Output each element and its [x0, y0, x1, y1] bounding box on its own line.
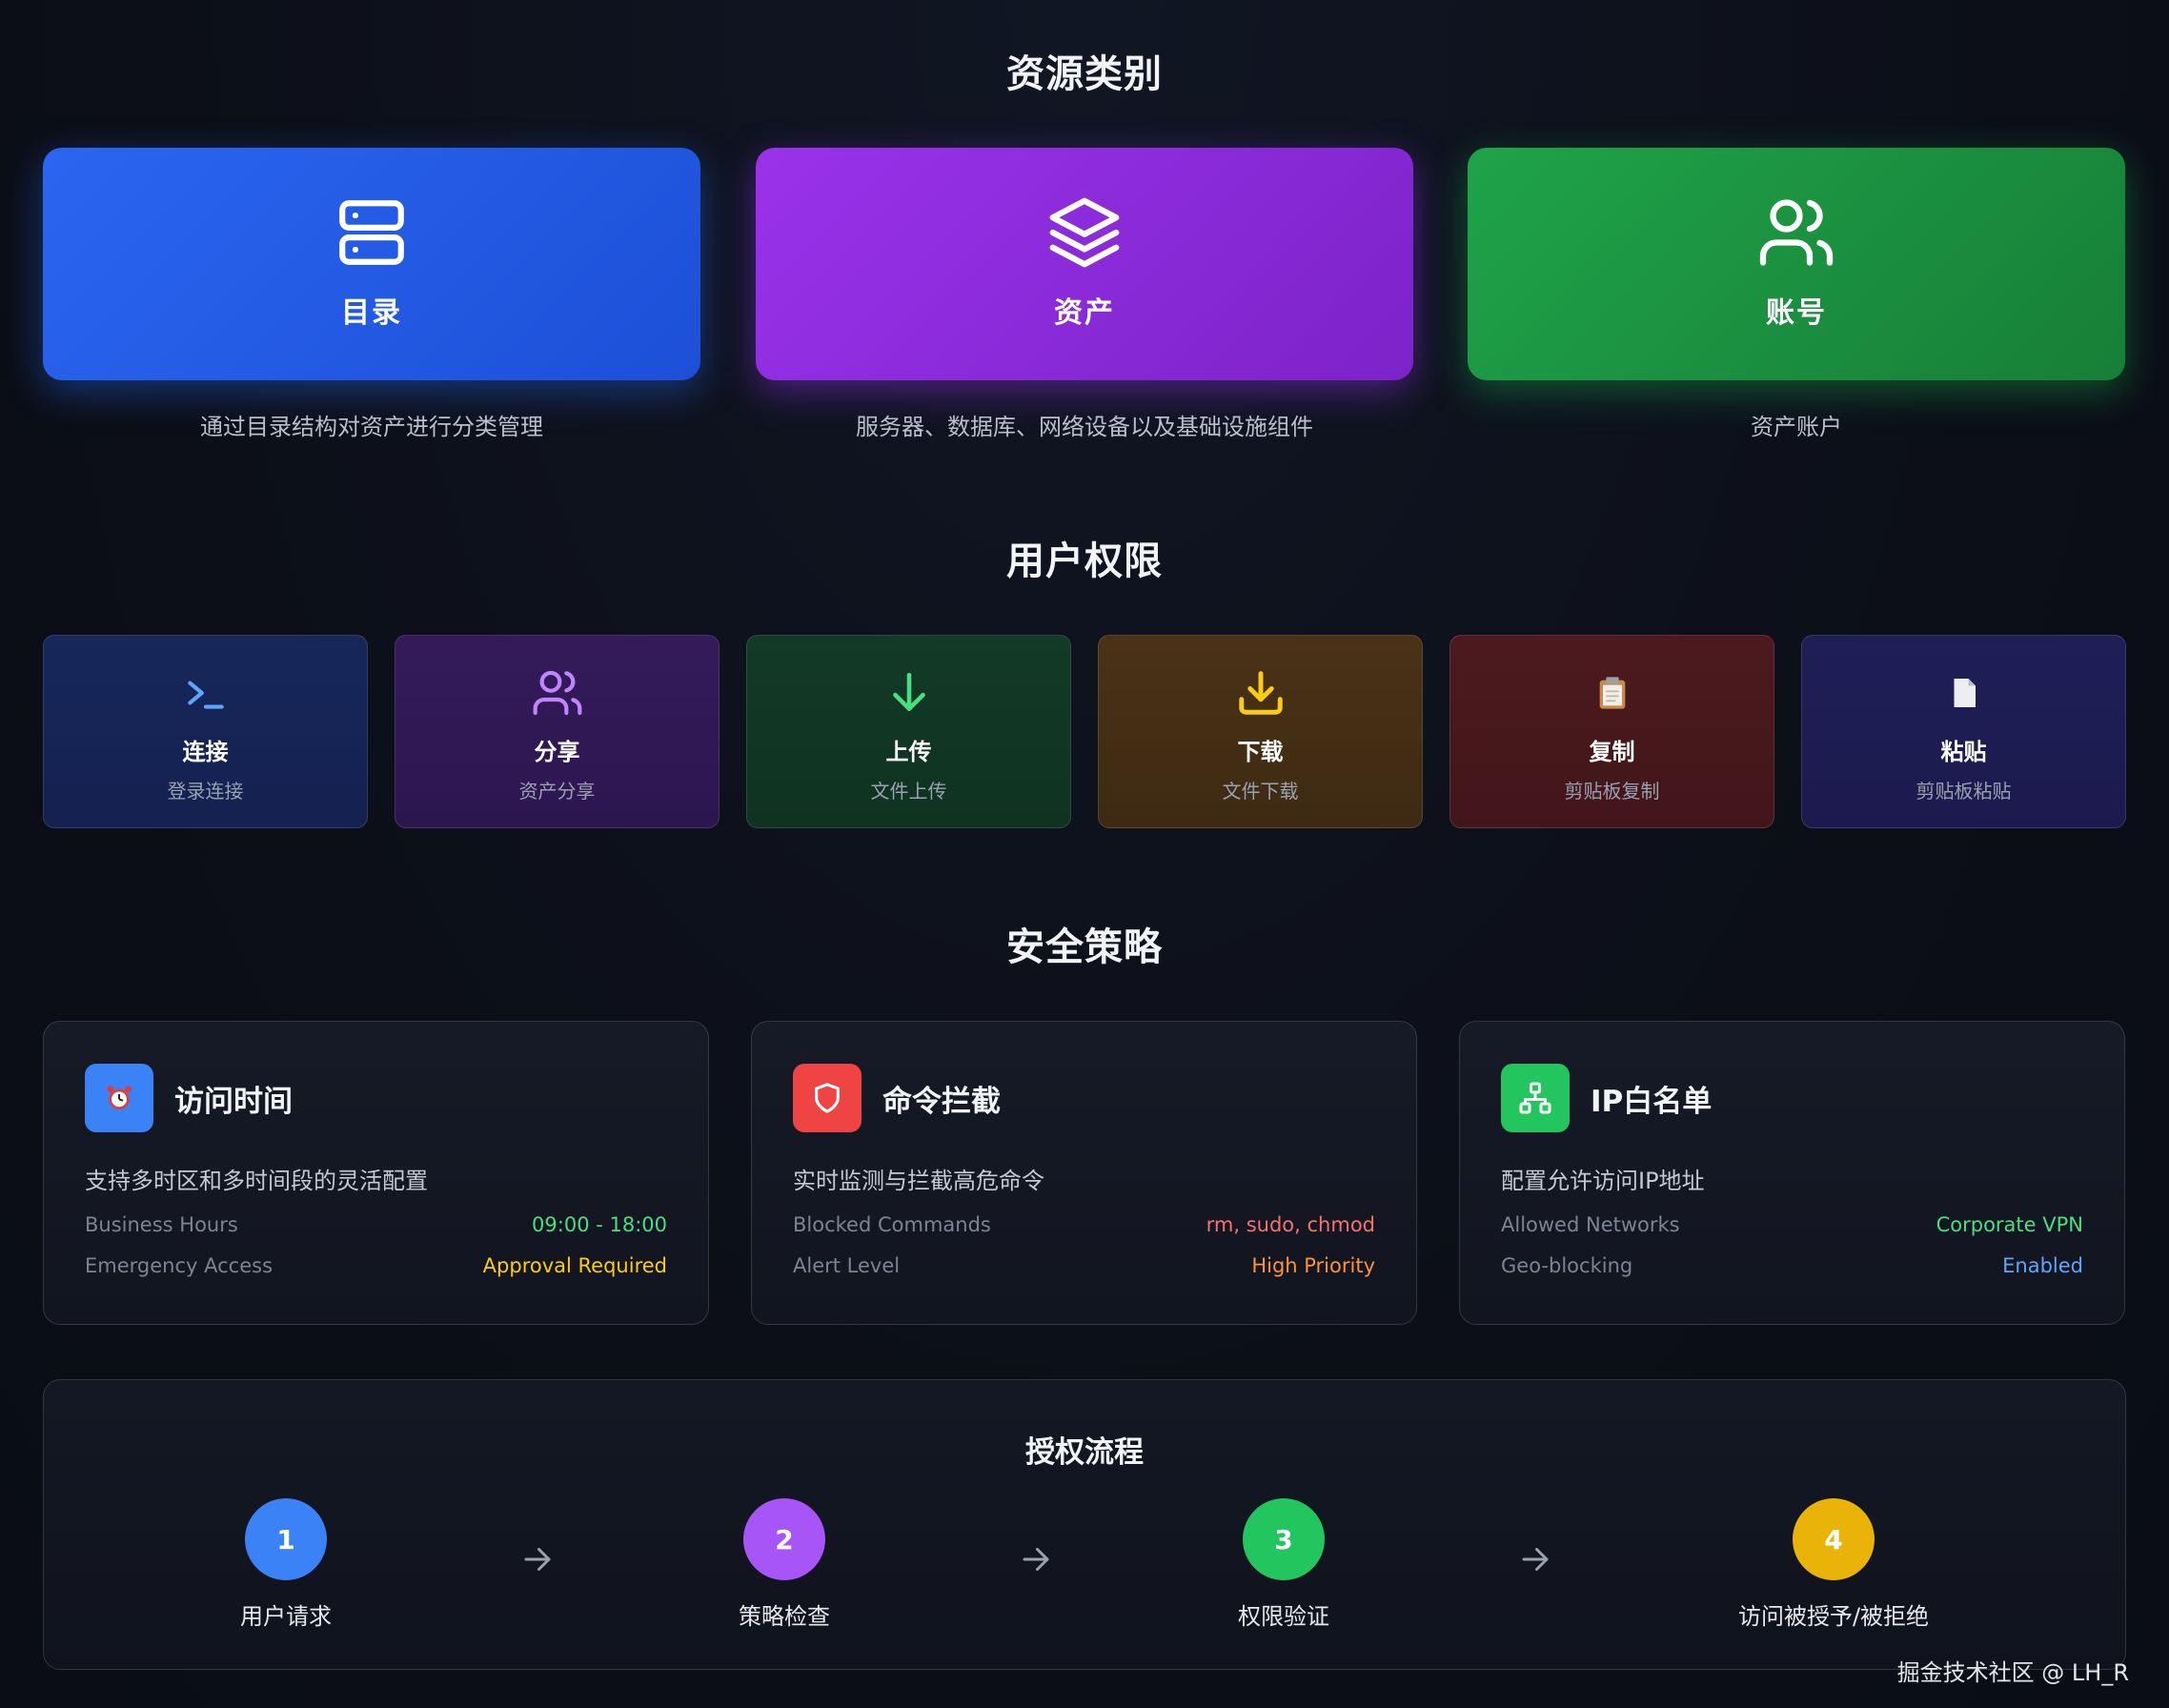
- step-label-1: 用户请求: [240, 1603, 332, 1630]
- permission-sub: 资产分享: [518, 780, 596, 803]
- policy-row-key: Blocked Commands: [793, 1213, 991, 1236]
- policy-row: Blocked Commands rm, sudo, chmod: [793, 1213, 1375, 1236]
- category-card-account[interactable]: 账号: [1468, 148, 2125, 380]
- permission-name: 复制: [1589, 739, 1635, 765]
- step-circle-1: 1: [245, 1498, 327, 1580]
- server-icon: [329, 190, 415, 275]
- flow-title: 授权流程: [1025, 1435, 1144, 1470]
- policy-row-key: Alert Level: [793, 1254, 901, 1277]
- policy-desc: 实时监测与拦截高危命令: [793, 1168, 1044, 1194]
- auth-flow-panel: 授权流程 1 用户请求 2 策略检查 3 权限验证 4 访问被授予/被拒绝: [43, 1379, 2126, 1670]
- step-label-2: 策略检查: [739, 1603, 830, 1630]
- permission-name: 下载: [1237, 739, 1284, 765]
- arrow-right-icon: [1522, 1548, 1549, 1571]
- policy-row-value: Approval Required: [482, 1254, 667, 1277]
- policy-row-value: Enabled: [2002, 1254, 2083, 1277]
- shield-icon: [793, 1064, 862, 1132]
- page: 资源类别 目录 通过目录结构对资产进行分类管理 资产 服务器、数据库、网络设备以…: [0, 0, 2169, 1708]
- policy-row-value: High Priority: [1251, 1254, 1375, 1277]
- network-icon: [1501, 1064, 1570, 1132]
- permission-name: 粘贴: [1940, 739, 1987, 765]
- policy-row: Geo-blocking Enabled: [1501, 1254, 2083, 1277]
- permission-sub: 登录连接: [167, 780, 244, 803]
- policy-row-key: Emergency Access: [85, 1254, 274, 1277]
- category-label: 账号: [1766, 296, 1827, 330]
- step-label-3: 权限验证: [1238, 1603, 1329, 1630]
- step-label-4: 访问被授予/被拒绝: [1737, 1603, 1930, 1630]
- permission-card-paste[interactable]: 粘贴 剪贴板粘贴: [1801, 635, 2126, 828]
- policy-row: Alert Level High Priority: [793, 1254, 1375, 1277]
- permission-card-upload[interactable]: 上传 文件上传: [746, 635, 1071, 828]
- category-card-directory[interactable]: 目录: [43, 148, 700, 380]
- category-desc: 服务器、数据库、网络设备以及基础设施组件: [856, 414, 1313, 440]
- step-circle-2: 2: [743, 1498, 825, 1580]
- permission-card-connect[interactable]: 连接 登录连接: [43, 635, 368, 828]
- download-icon: [1232, 666, 1289, 720]
- section-title-categories: 资源类别: [1006, 52, 1163, 96]
- permission-card-download[interactable]: 下载 文件下载: [1098, 635, 1423, 828]
- permission-name: 连接: [182, 739, 229, 765]
- step-circle-4: 4: [1793, 1498, 1875, 1580]
- permission-sub: 剪贴板粘贴: [1916, 780, 2012, 803]
- arrow-right-icon: [524, 1548, 551, 1571]
- policy-row-value: rm, sudo, chmod: [1206, 1213, 1375, 1236]
- arrow-right-icon: [1023, 1548, 1049, 1571]
- permission-card-share[interactable]: 分享 资产分享: [395, 635, 720, 828]
- policy-card-access-time: 访问时间 支持多时区和多时间段的灵活配置 Business Hours 09:0…: [43, 1021, 709, 1325]
- policy-row-value: Corporate VPN: [1936, 1213, 2083, 1236]
- section-title-permissions: 用户权限: [1006, 539, 1163, 583]
- policy-row: Allowed Networks Corporate VPN: [1501, 1213, 2083, 1236]
- users-icon: [529, 666, 586, 720]
- policy-row-value: 09:00 - 18:00: [532, 1213, 667, 1236]
- layers-icon: [1042, 190, 1127, 275]
- policy-row-key: Allowed Networks: [1501, 1213, 1680, 1236]
- terminal-icon: [177, 666, 234, 720]
- policy-row-key: Business Hours: [85, 1213, 238, 1236]
- arrow-down-icon: [881, 666, 938, 720]
- permission-sub: 文件下载: [1222, 780, 1299, 803]
- policy-row: Business Hours 09:00 - 18:00: [85, 1213, 667, 1236]
- users-icon: [1753, 190, 1839, 275]
- policy-title: 命令拦截: [882, 1084, 1001, 1119]
- policy-card-command-block: 命令拦截 实时监测与拦截高危命令 Blocked Commands rm, su…: [751, 1021, 1417, 1325]
- watermark: 掘金技术社区 @ LH_R: [1896, 1659, 2129, 1686]
- policy-desc: 配置允许访问IP地址: [1501, 1168, 1705, 1194]
- policy-row-key: Geo-blocking: [1501, 1254, 1633, 1277]
- policy-row: Emergency Access Approval Required: [85, 1254, 667, 1277]
- policy-title: IP白名单: [1591, 1084, 1713, 1119]
- alarm-clock-icon: [85, 1064, 153, 1132]
- permission-card-copy[interactable]: 复制 剪贴板复制: [1449, 635, 1774, 828]
- category-desc: 资产账户: [1751, 414, 1842, 440]
- policy-desc: 支持多时区和多时间段的灵活配置: [85, 1168, 428, 1194]
- document-icon: [1936, 666, 1993, 720]
- permission-name: 分享: [534, 739, 580, 765]
- policy-title: 访问时间: [174, 1084, 293, 1119]
- category-desc: 通过目录结构对资产进行分类管理: [200, 414, 543, 440]
- permission-name: 上传: [885, 739, 932, 765]
- step-circle-3: 3: [1243, 1498, 1325, 1580]
- clipboard-icon: [1584, 666, 1641, 720]
- permission-sub: 剪贴板复制: [1564, 780, 1660, 803]
- category-card-asset[interactable]: 资产: [756, 148, 1413, 380]
- category-label: 资产: [1054, 296, 1115, 330]
- section-title-policies: 安全策略: [1006, 925, 1163, 969]
- policy-card-ip-whitelist: IP白名单 配置允许访问IP地址 Allowed Networks Corpor…: [1459, 1021, 2125, 1325]
- category-label: 目录: [341, 296, 402, 330]
- permission-sub: 文件上传: [870, 780, 947, 803]
